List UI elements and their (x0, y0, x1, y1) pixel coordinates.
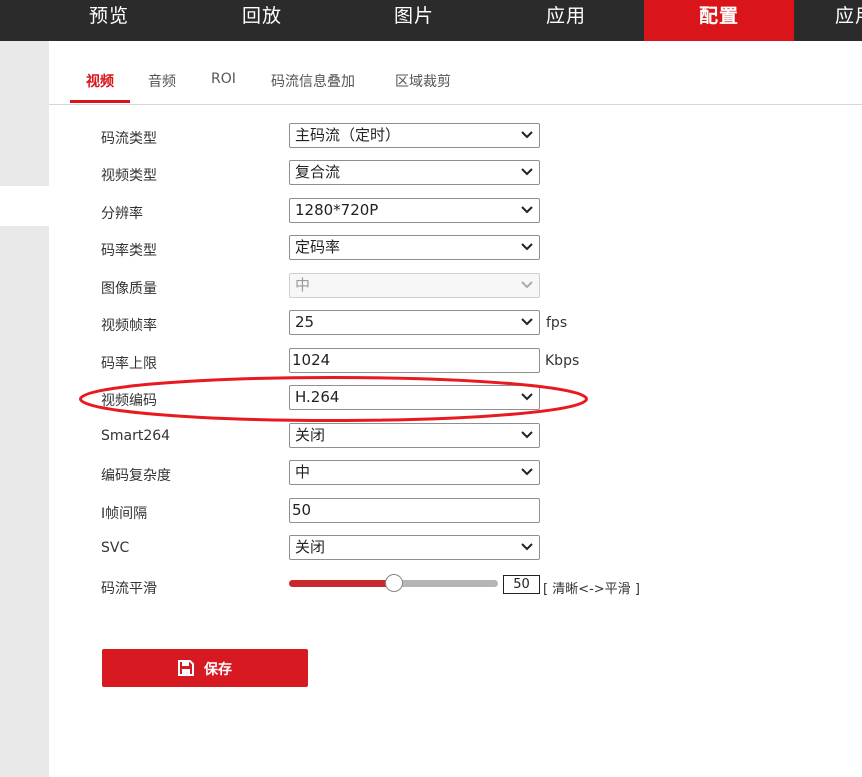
bitrate-type-label: 码率类型 (101, 243, 157, 259)
chevron-down-icon (521, 281, 533, 289)
top-nav: 预览 回放 图片 应用 配置 应用 (0, 0, 862, 41)
tab-roi[interactable]: ROI (211, 71, 236, 87)
encoding-complexity-value: 中 (295, 463, 311, 481)
tab-video[interactable]: 视频 (86, 71, 114, 91)
frame-rate-value: 25 (295, 313, 315, 331)
nav-configuration[interactable]: 配置 (644, 0, 794, 41)
smart264-select[interactable]: 关闭 (289, 423, 540, 448)
smart264-value: 关闭 (295, 426, 326, 444)
smoothing-value-box[interactable]: 50 (503, 575, 540, 594)
resolution-select[interactable]: 1280*720P (289, 198, 540, 223)
max-bitrate-label: 码率上限 (101, 356, 157, 372)
encoding-complexity-select[interactable]: 中 (289, 460, 540, 485)
smoothing-hint: [ 清晰<->平滑 ] (543, 582, 640, 597)
nav-playback[interactable]: 回放 (198, 0, 326, 41)
smoothing-slider-fill (289, 580, 394, 587)
svc-select[interactable]: 关闭 (289, 535, 540, 560)
svc-label: SVC (101, 540, 130, 556)
chevron-down-icon (521, 431, 533, 439)
chevron-down-icon (521, 131, 533, 139)
sidebar (0, 41, 49, 777)
floppy-disk-icon (178, 660, 194, 676)
sub-tabs: 视频 音频 ROI 码流信息叠加 区域裁剪 (49, 41, 862, 105)
chevron-down-icon (521, 168, 533, 176)
smart264-label: Smart264 (101, 428, 171, 444)
stream-type-value: 主码流（定时） (295, 126, 401, 144)
resolution-value: 1280*720P (295, 201, 379, 219)
nav-picture[interactable]: 图片 (350, 0, 478, 41)
stream-type-select[interactable]: 主码流（定时） (289, 123, 540, 148)
video-type-label: 视频类型 (101, 168, 157, 184)
chevron-down-icon (521, 318, 533, 326)
nav-application[interactable]: 应用 (502, 0, 630, 41)
save-label: 保存 (204, 662, 232, 678)
image-quality-value: 中 (295, 276, 311, 294)
image-quality-label: 图像质量 (101, 281, 157, 297)
nav-preview[interactable]: 预览 (45, 0, 173, 41)
tab-region-crop[interactable]: 区域裁剪 (395, 71, 451, 91)
bitrate-type-select[interactable]: 定码率 (289, 235, 540, 260)
smoothing-slider-thumb[interactable] (384, 574, 403, 592)
chevron-down-icon (521, 243, 533, 251)
image-quality-select: 中 (289, 273, 540, 298)
i-frame-interval-value: 50 (292, 501, 312, 519)
frame-rate-select[interactable]: 25 (289, 310, 540, 335)
max-bitrate-input[interactable]: 1024 (289, 348, 540, 373)
video-encoding-value: H.264 (295, 388, 340, 406)
stream-type-label: 码流类型 (101, 131, 157, 147)
active-tab-indicator (70, 100, 130, 103)
i-frame-interval-label: I帧间隔 (101, 506, 148, 522)
max-bitrate-value: 1024 (292, 351, 331, 369)
tab-audio[interactable]: 音频 (148, 71, 176, 91)
chevron-down-icon (521, 393, 533, 401)
svc-value: 关闭 (295, 538, 326, 556)
tab-stream-overlay[interactable]: 码流信息叠加 (271, 71, 355, 91)
video-type-value: 复合流 (295, 163, 341, 181)
video-type-select[interactable]: 复合流 (289, 160, 540, 185)
bitrate-type-value: 定码率 (295, 238, 341, 256)
max-bitrate-unit: Kbps (545, 353, 580, 369)
smoothing-label: 码流平滑 (101, 581, 157, 597)
sidebar-selected-gap (0, 186, 49, 226)
i-frame-interval-input[interactable]: 50 (289, 498, 540, 523)
resolution-label: 分辨率 (101, 206, 143, 222)
frame-rate-label: 视频帧率 (101, 318, 157, 334)
save-button[interactable]: 保存 (102, 649, 308, 687)
encoding-complexity-label: 编码复杂度 (101, 468, 171, 484)
chevron-down-icon (521, 543, 533, 551)
video-encoding-select[interactable]: H.264 (289, 385, 540, 410)
chevron-down-icon (521, 206, 533, 214)
video-encoding-label: 视频编码 (101, 393, 157, 409)
chevron-down-icon (521, 468, 533, 476)
nav-application-cut[interactable]: 应用 (820, 0, 862, 41)
frame-rate-unit: fps (546, 315, 568, 331)
